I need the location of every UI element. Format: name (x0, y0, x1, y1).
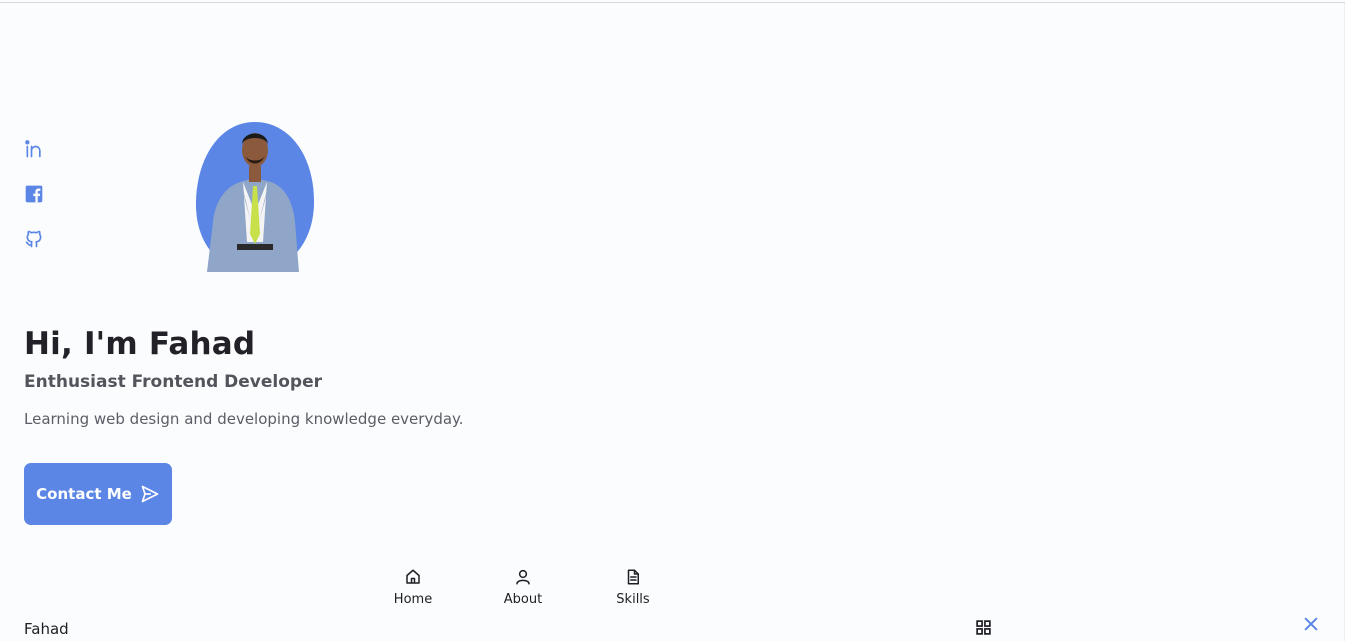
nav-item-about[interactable]: About (488, 568, 558, 607)
linkedin-link[interactable] (24, 139, 44, 159)
nav-item-skills[interactable]: Skills (598, 568, 668, 607)
contact-me-button[interactable]: Contact Me (24, 463, 172, 525)
social-links (24, 139, 44, 249)
profile-photo (195, 122, 315, 272)
top-border (0, 2, 1345, 3)
close-icon[interactable] (1303, 616, 1319, 632)
hero-subtitle: Enthusiast Frontend Developer (24, 372, 323, 392)
facebook-icon (25, 185, 43, 203)
nav-label-skills: Skills (616, 592, 650, 607)
send-icon (141, 485, 159, 503)
hero-title: Hi, I'm Fahad (24, 326, 256, 362)
github-icon (25, 230, 42, 248)
user-icon (516, 569, 530, 585)
home-icon (406, 569, 420, 584)
grid-icon[interactable] (975, 619, 992, 636)
nav-label-home: Home (393, 592, 433, 607)
nav-label-about: About (503, 592, 543, 607)
facebook-link[interactable] (24, 184, 44, 204)
site-logo[interactable]: Fahad (24, 620, 69, 638)
nav-item-home[interactable]: Home (378, 568, 448, 607)
hero-description: Learning web design and developing knowl… (24, 410, 464, 428)
github-link[interactable] (24, 229, 44, 249)
file-icon (627, 569, 639, 585)
linkedin-icon (25, 140, 41, 158)
contact-me-label: Contact Me (36, 485, 132, 503)
